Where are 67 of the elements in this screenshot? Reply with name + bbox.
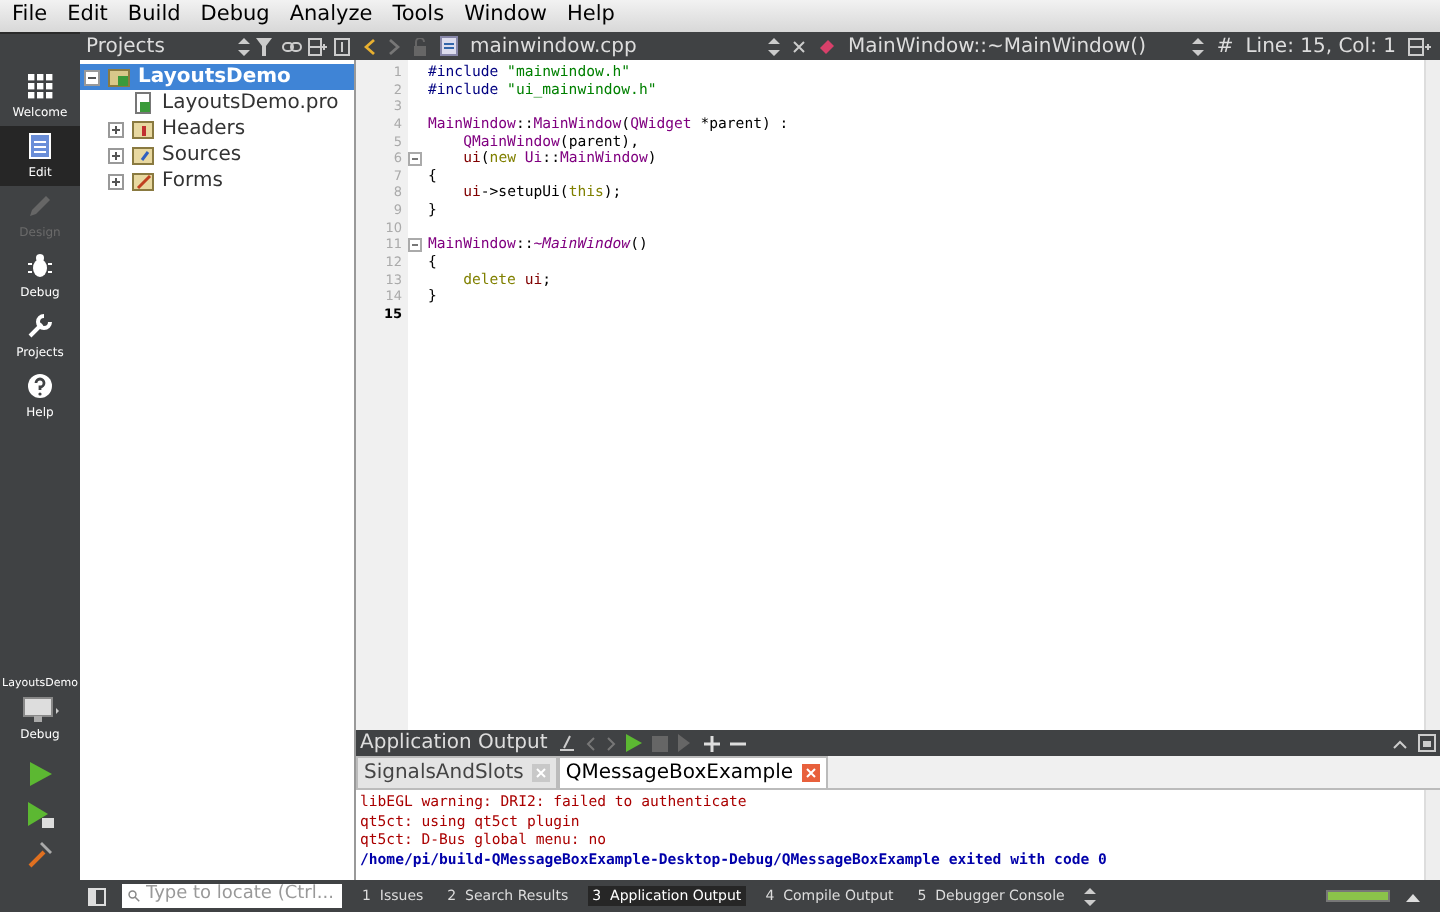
split-icon[interactable]: [308, 37, 328, 55]
folder-icon: [108, 66, 130, 88]
tree-item[interactable]: LayoutsDemo.pro: [80, 90, 354, 116]
menu-item[interactable]: Help: [566, 0, 615, 32]
bug-icon: [26, 251, 54, 279]
hash-label: #: [1216, 33, 1234, 61]
menu-item[interactable]: Build: [127, 0, 181, 32]
split-icon[interactable]: [1408, 37, 1432, 55]
scrollbar[interactable]: [1424, 790, 1440, 880]
collapse-icon[interactable]: [84, 69, 100, 85]
link-icon[interactable]: [282, 37, 302, 55]
sort-icon[interactable]: [238, 37, 250, 55]
chevron-up-icon[interactable]: [1406, 891, 1420, 901]
output-tab[interactable]: SignalsAndSlots: [356, 756, 558, 788]
sidebar-toggle-icon[interactable]: [88, 887, 106, 905]
tree-item[interactable]: Forms: [80, 168, 354, 194]
folder-icon: [132, 118, 154, 140]
menu-item[interactable]: Window: [464, 0, 547, 32]
run-icon[interactable]: [26, 760, 54, 788]
file-icon: [440, 36, 458, 56]
folder-icon: [132, 144, 154, 166]
file-icon: [132, 92, 154, 114]
pane-title: Application Output: [360, 730, 548, 758]
float-icon[interactable]: [1418, 734, 1436, 752]
plus-icon[interactable]: [703, 735, 720, 751]
tree-item[interactable]: Sources: [80, 142, 354, 168]
expand-icon[interactable]: [108, 173, 124, 189]
chevron-up-icon[interactable]: [1392, 737, 1408, 749]
wrench-icon: [26, 311, 54, 339]
tree-item[interactable]: Headers: [80, 116, 354, 142]
fold-icon[interactable]: [408, 152, 422, 167]
filter-icon[interactable]: [256, 37, 276, 55]
menu-item[interactable]: File: [12, 0, 48, 32]
sort-icon[interactable]: [1084, 887, 1097, 905]
sort-icon[interactable]: [1192, 37, 1205, 55]
symbol-name[interactable]: MainWindow::~MainWindow(): [848, 31, 1181, 61]
scrollbar[interactable]: [1424, 60, 1440, 730]
locate-field[interactable]: Type to locate (Ctrl...: [122, 884, 342, 908]
run-icon[interactable]: [625, 734, 642, 752]
cursor-position[interactable]: Line: 15, Col: 1: [1245, 31, 1396, 61]
search-icon: [128, 888, 140, 904]
close-icon[interactable]: [792, 39, 806, 53]
close-pane-icon[interactable]: [334, 37, 350, 55]
expand-icon[interactable]: [108, 121, 124, 137]
debug-run-icon[interactable]: [26, 800, 54, 828]
pencil-icon: [26, 191, 54, 219]
menu-item[interactable]: Tools: [392, 0, 445, 32]
clear-icon[interactable]: [557, 734, 576, 752]
folder-icon: [132, 170, 154, 192]
tree-item[interactable]: LayoutsDemo: [80, 64, 354, 90]
back-icon[interactable]: [364, 37, 376, 55]
close-icon[interactable]: [801, 764, 820, 782]
function-icon: [818, 38, 836, 54]
menu-item[interactable]: Debug: [200, 0, 270, 32]
grid-icon: [26, 71, 54, 99]
monitor-icon: [20, 696, 60, 724]
help-icon: [26, 371, 54, 399]
output-tab[interactable]: QMessageBoxExample: [557, 756, 828, 788]
panel-title[interactable]: Projects: [86, 31, 232, 61]
hammer-icon[interactable]: [26, 840, 54, 868]
file-name[interactable]: mainwindow.cpp: [470, 31, 756, 61]
sort-icon[interactable]: [768, 37, 780, 55]
menu-item[interactable]: Analyze: [289, 0, 373, 32]
fold-icon[interactable]: [408, 238, 422, 253]
document-icon: [26, 131, 54, 159]
menu-item[interactable]: Edit: [67, 0, 108, 32]
expand-icon[interactable]: [108, 147, 124, 163]
